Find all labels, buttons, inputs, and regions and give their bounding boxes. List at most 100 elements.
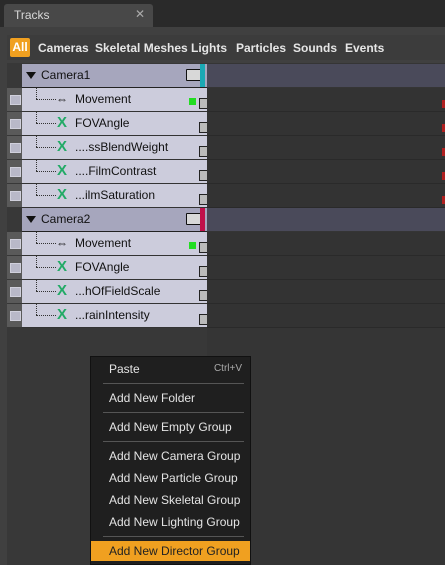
float-track-icon: X — [57, 114, 68, 131]
group-name: Camera2 — [41, 212, 91, 226]
menu-item-label: Paste — [109, 362, 140, 376]
checkbox-icon[interactable] — [10, 167, 21, 177]
menu-item-add-new-skeletal-group[interactable]: Add New Skeletal Group — [91, 490, 250, 510]
float-track-icon: X — [57, 138, 68, 155]
track-label: FOVAngle — [75, 116, 130, 130]
movement-icon: ⇔ — [56, 236, 68, 250]
filter-skeletal-meshes[interactable]: Skeletal Meshes — [95, 41, 188, 55]
menu-separator — [103, 412, 244, 413]
track-row[interactable]: X ....ssBlendWeight — [7, 136, 445, 160]
track-label: ...hOfFieldScale — [75, 284, 161, 298]
menu-separator — [103, 383, 244, 384]
track-timeline — [207, 232, 445, 256]
tab-tracks[interactable]: Tracks ✕ — [4, 4, 153, 27]
filter-cameras[interactable]: Cameras — [38, 41, 89, 55]
checkbox-icon[interactable] — [10, 239, 21, 249]
track-enable — [7, 280, 22, 303]
menu-item-label: Add New Lighting Group — [109, 515, 240, 529]
filter-sounds[interactable]: Sounds — [293, 41, 337, 55]
group-header[interactable]: Camera1 — [22, 64, 207, 88]
menu-item-label: Add New Particle Group — [109, 471, 238, 485]
track-timeline — [207, 88, 445, 112]
float-track-icon: X — [57, 258, 68, 275]
keyframe-indicator — [189, 98, 196, 105]
track-label: ...ilmSaturation — [75, 188, 156, 202]
keyframe-indicator — [189, 242, 196, 249]
float-track-icon: X — [57, 162, 68, 179]
track-row[interactable]: ⇔ Movement — [7, 88, 445, 112]
track[interactable]: X ...rainIntensity — [22, 304, 210, 328]
track-label: Movement — [75, 92, 132, 106]
track-enable — [7, 232, 22, 255]
track[interactable]: X ....FilmContrast — [22, 160, 210, 184]
menu-item-add-new-camera-group[interactable]: Add New Camera Group — [91, 446, 250, 466]
menu-item-add-new-director-group[interactable]: Add New Director Group — [91, 541, 250, 561]
filter-events[interactable]: Events — [345, 41, 384, 55]
checkbox-icon[interactable] — [10, 119, 21, 129]
group-timeline — [207, 64, 445, 87]
movement-icon: ⇔ — [56, 92, 68, 106]
group-timeline — [207, 208, 445, 231]
group-color-bar — [200, 208, 205, 231]
track-label: FOVAngle — [75, 260, 130, 274]
track-enable — [7, 184, 22, 207]
group-header[interactable]: Camera2 — [22, 208, 207, 232]
menu-item-label: Add New Empty Group — [109, 420, 232, 434]
checkbox-icon[interactable] — [10, 263, 21, 273]
group-row-camera2[interactable]: Camera2 — [7, 208, 445, 232]
menu-item-paste[interactable]: Paste Ctrl+V — [91, 359, 250, 379]
checkbox-icon[interactable] — [10, 311, 21, 321]
track-label: ...rainIntensity — [75, 308, 150, 322]
context-menu: Paste Ctrl+V Add New Folder Add New Empt… — [90, 356, 251, 565]
checkbox-icon[interactable] — [10, 287, 21, 297]
group-row-camera1[interactable]: Camera1 — [7, 64, 445, 88]
menu-item-add-new-particle-group[interactable]: Add New Particle Group — [91, 468, 250, 488]
track-timeline — [207, 184, 445, 208]
track[interactable]: X ....ssBlendWeight — [22, 136, 210, 160]
close-icon[interactable]: ✕ — [135, 7, 145, 21]
track-row[interactable]: X FOVAngle — [7, 256, 445, 280]
filter-all[interactable]: All — [10, 38, 30, 57]
collapse-arrow-icon[interactable] — [26, 72, 36, 79]
menu-item-label: Add New Folder — [109, 391, 196, 405]
track-timeline — [207, 160, 445, 184]
track-enable — [7, 88, 22, 111]
menu-item-add-new-empty-group[interactable]: Add New Empty Group — [91, 417, 250, 437]
filter-particles[interactable]: Particles — [236, 41, 286, 55]
track-row[interactable]: X ...rainIntensity — [7, 304, 445, 328]
track-timeline — [207, 256, 445, 280]
track[interactable]: ⇔ Movement — [22, 232, 210, 256]
track-row[interactable]: X ....FilmContrast — [7, 160, 445, 184]
float-track-icon: X — [57, 306, 68, 323]
track-label: Movement — [75, 236, 132, 250]
track[interactable]: ⇔ Movement — [22, 88, 210, 112]
collapse-arrow-icon[interactable] — [26, 216, 36, 223]
checkbox-icon[interactable] — [10, 143, 21, 153]
menu-item-add-new-lighting-group[interactable]: Add New Lighting Group — [91, 512, 250, 532]
filter-bar: All Cameras Skeletal Meshes Lights Parti… — [7, 35, 445, 60]
tab-bar: Tracks ✕ — [0, 0, 445, 27]
track-row[interactable]: X ...hOfFieldScale — [7, 280, 445, 304]
track-enable — [7, 136, 22, 159]
track-timeline — [207, 304, 445, 328]
menu-separator — [103, 441, 244, 442]
menu-item-add-new-folder[interactable]: Add New Folder — [91, 388, 250, 408]
checkbox-icon[interactable] — [10, 95, 21, 105]
track-row[interactable]: ⇔ Movement — [7, 232, 445, 256]
track-row[interactable]: X FOVAngle — [7, 112, 445, 136]
track[interactable]: X FOVAngle — [22, 112, 210, 136]
track[interactable]: X ...ilmSaturation — [22, 184, 210, 208]
track-timeline — [207, 136, 445, 160]
track[interactable]: X FOVAngle — [22, 256, 210, 280]
filter-lights[interactable]: Lights — [191, 41, 227, 55]
checkbox-icon[interactable] — [10, 191, 21, 201]
track[interactable]: X ...hOfFieldScale — [22, 280, 210, 304]
menu-item-label: Add New Skeletal Group — [109, 493, 241, 507]
track-enable — [7, 256, 22, 279]
group-color-bar — [200, 64, 205, 87]
menu-item-label: Add New Director Group — [109, 544, 240, 558]
tab-title: Tracks — [14, 8, 50, 22]
float-track-icon: X — [57, 186, 68, 203]
track-timeline — [207, 280, 445, 304]
track-row[interactable]: X ...ilmSaturation — [7, 184, 445, 208]
